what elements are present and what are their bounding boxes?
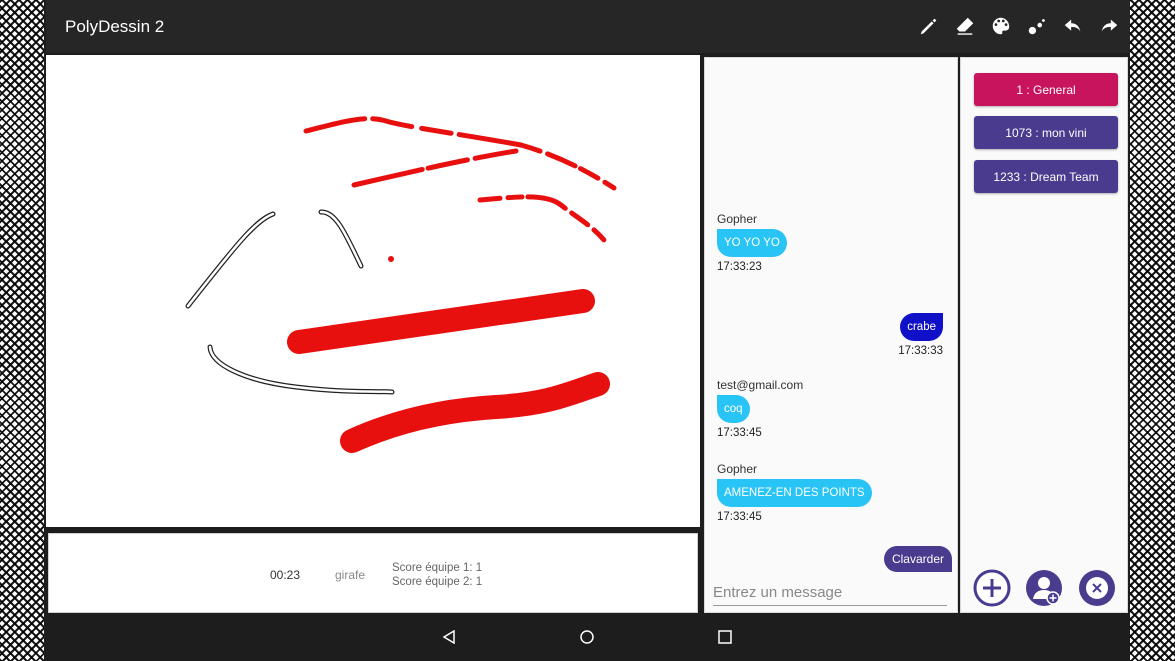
app-bar: PolyDessin 2 (46, 0, 1130, 53)
thin-stroke (351, 148, 519, 188)
channel-dream-team[interactable]: 1233 : Dream Team (974, 160, 1118, 193)
thin-stroke (518, 142, 617, 191)
message-author: test@gmail.com (717, 378, 804, 392)
toolbar (916, 12, 1122, 40)
message-time: 17:33:45 (717, 511, 762, 523)
chat-message: crabe 17:33:33 (898, 313, 943, 357)
message-bubble: YO YO YO (717, 229, 787, 257)
channel-panel: 1 : General 1073 : mon vini 1233 : Dream… (960, 57, 1128, 613)
join-channel-button[interactable] (1025, 569, 1063, 607)
app-title: PolyDessin 2 (65, 17, 165, 36)
join-channel-icon (1026, 570, 1062, 606)
undo-icon[interactable] (1060, 12, 1086, 40)
chat-message: Gopher AMENEZ-EN DES POINTS 17:33:45 (717, 462, 872, 523)
stroke-size-icon[interactable] (1024, 12, 1050, 40)
message-bubble: AMENEZ-EN DES POINTS (717, 479, 872, 507)
message-time: 17:33:45 (717, 427, 762, 439)
drawing-strokes (185, 116, 617, 453)
dot-stroke (388, 256, 394, 262)
channel-mon-vini[interactable]: 1073 : mon vini (974, 116, 1118, 149)
redo-icon[interactable] (1096, 12, 1122, 40)
message-bubble: coq (717, 395, 750, 423)
add-channel-button[interactable] (973, 569, 1011, 607)
add-channel-icon (973, 569, 1011, 607)
thin-stroke (477, 194, 607, 243)
chat-message: Gopher YO YO YO 17:33:23 (717, 212, 787, 273)
thick-stroke (287, 289, 595, 354)
message-time: 17:33:23 (717, 261, 762, 273)
message-time: 17:33:33 (898, 345, 943, 357)
chat-message: test@gmail.com coq 17:33:45 (717, 378, 803, 439)
thin-stroke (303, 116, 524, 148)
channel-label: 1 : General (1016, 82, 1076, 97)
outline-stroke (318, 209, 364, 269)
channel-label: 1233 : Dream Team (993, 169, 1099, 184)
channel-label: 1073 : mon vini (1005, 125, 1087, 140)
leave-channel-icon (1079, 570, 1115, 606)
eraser-icon[interactable] (952, 12, 978, 40)
android-nav-bar (44, 613, 1130, 661)
channel-general[interactable]: 1 : General (974, 73, 1118, 106)
send-button[interactable]: Clavarder (883, 546, 952, 572)
team-scores: Score équipe 1: 1 Score équipe 2: 1 (392, 561, 482, 589)
team-2-score: Score équipe 2: 1 (392, 576, 483, 588)
pencil-icon[interactable] (916, 12, 942, 40)
drawing-canvas[interactable] (46, 55, 700, 527)
message-author: Gopher (717, 462, 758, 476)
leave-channel-button[interactable] (1078, 569, 1116, 607)
palette-icon[interactable] (988, 12, 1014, 40)
team-1-score: Score équipe 1: 1 (392, 562, 483, 574)
outline-stroke (185, 211, 276, 309)
word-to-draw: girafe (335, 568, 366, 582)
game-info-bar: 00:23 girafe Score équipe 1: 1 Score équ… (48, 533, 698, 613)
round-timer: 00:23 (270, 568, 301, 582)
recents-icon[interactable] (718, 630, 732, 644)
message-bubble: crabe (900, 313, 943, 341)
home-icon[interactable] (580, 630, 594, 644)
message-author: Gopher (717, 212, 758, 226)
message-input[interactable] (713, 579, 947, 606)
chat-panel: Gopher YO YO YO 17:33:23 crabe 17:33:33 … (704, 57, 958, 613)
back-icon[interactable] (442, 630, 456, 644)
